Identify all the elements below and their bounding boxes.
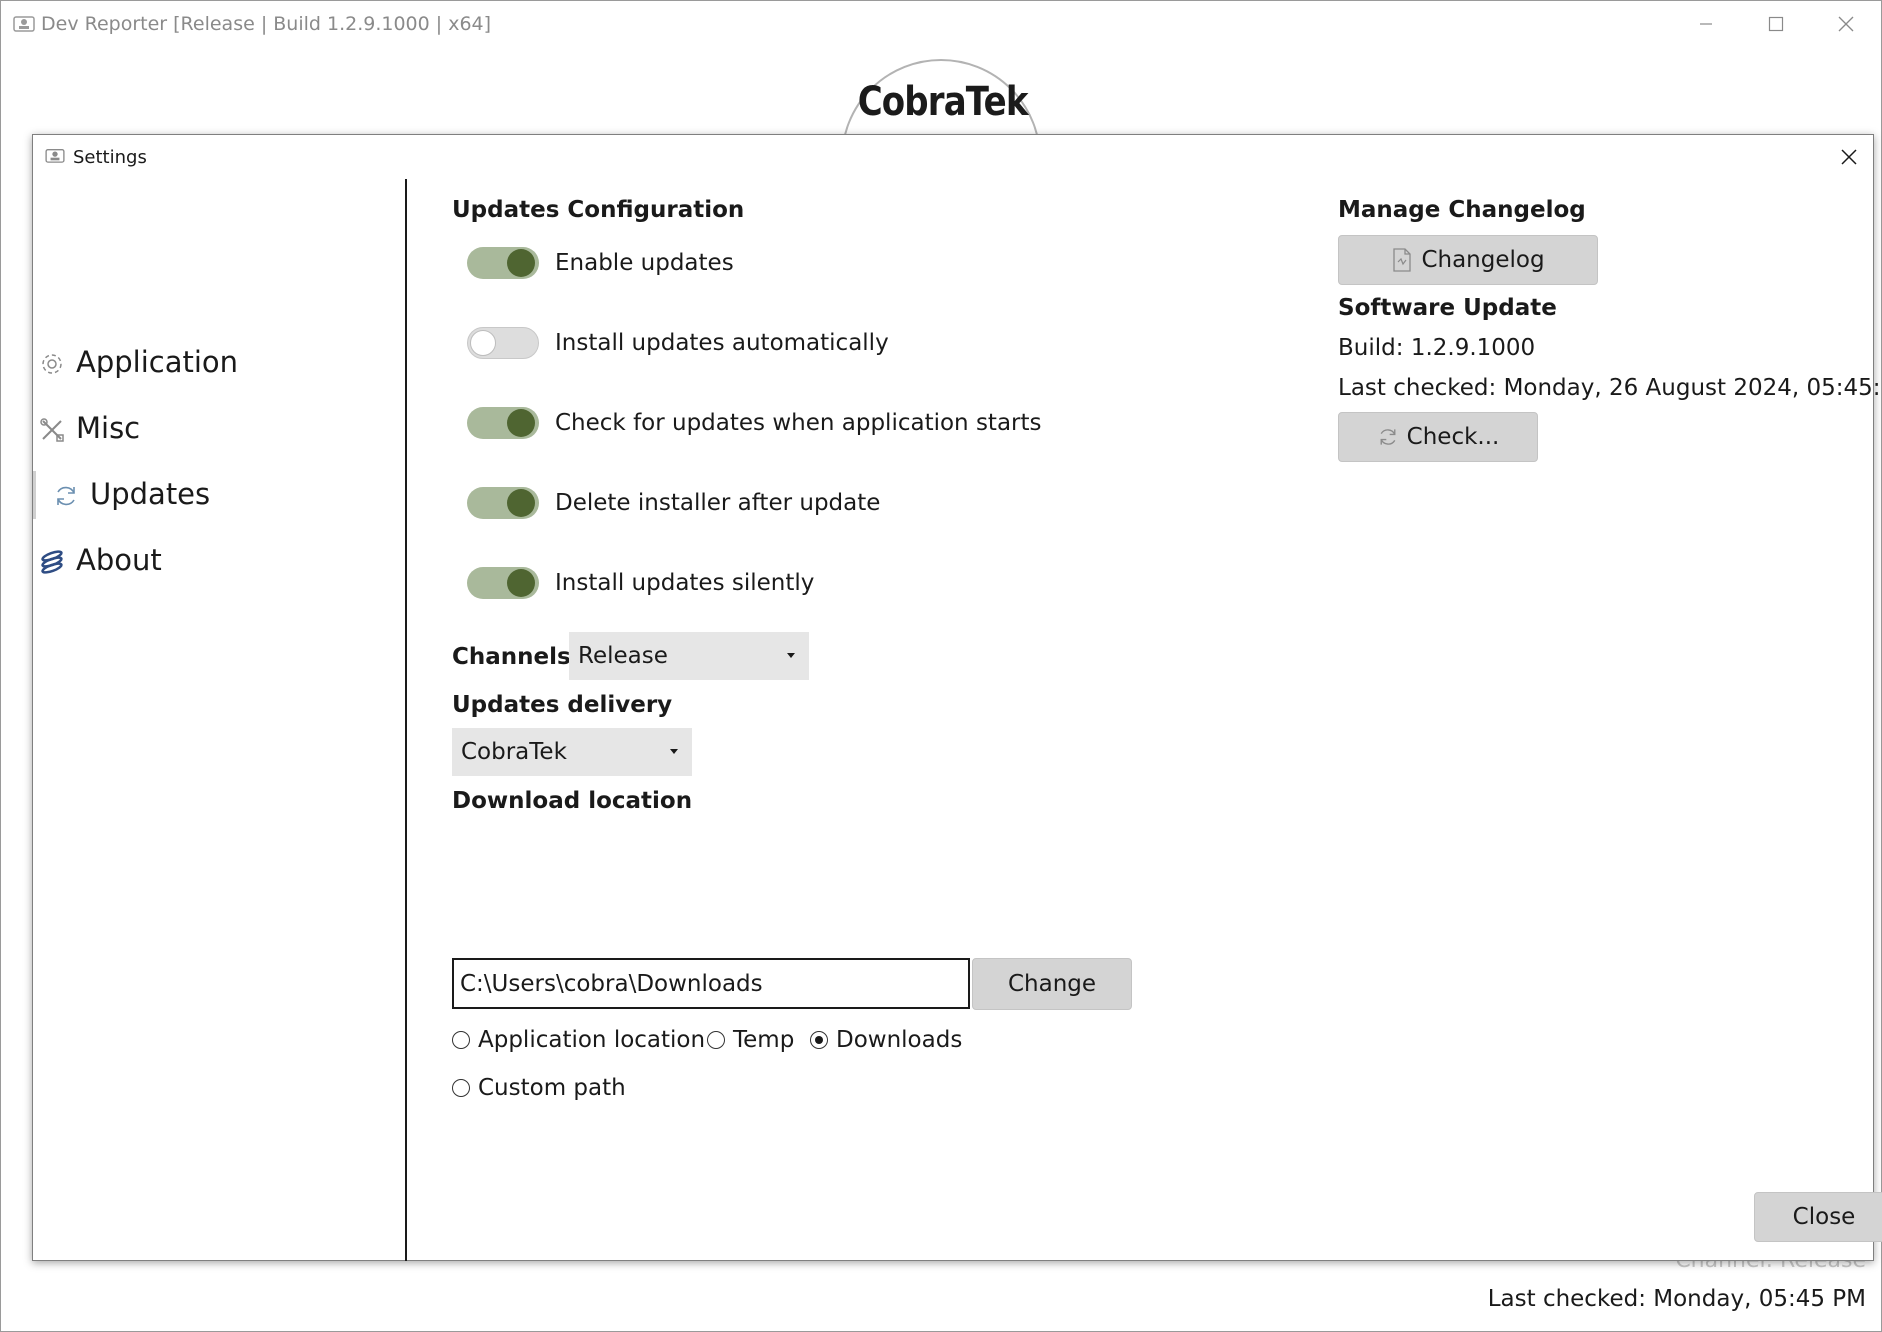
toggle-switch[interactable]	[467, 487, 539, 519]
gear-icon	[42, 354, 62, 374]
last-checked-value: Monday, 26 August 2024, 05:45:23 PM	[1503, 375, 1882, 401]
change-path-button[interactable]: Change	[972, 958, 1132, 1010]
sidebar-item-label: Application	[76, 345, 239, 379]
download-location-heading: Download location	[452, 788, 693, 814]
radio-application-location[interactable]: Application location	[452, 1025, 705, 1055]
settings-sidebar: Application Misc Updates About	[33, 179, 406, 1261]
changelog-button[interactable]: Changelog	[1338, 235, 1598, 285]
last-checked-label: Last checked:	[1338, 375, 1497, 401]
main-titlebar: Dev Reporter [Release | Build 1.2.9.1000…	[1, 1, 1881, 47]
logo-text: CobraTek	[857, 79, 1029, 125]
radio-circle[interactable]	[452, 1031, 470, 1049]
toggle-label: Install updates automatically	[555, 330, 889, 356]
document-icon	[1393, 248, 1412, 272]
toggle-label: Install updates silently	[555, 570, 815, 596]
radio-label: Temp	[733, 1027, 795, 1053]
channels-label: Channels:	[452, 644, 580, 670]
refresh-icon	[1380, 429, 1396, 445]
delivery-dropdown[interactable]: CobraTek	[452, 728, 692, 776]
updates-configuration-heading: Updates Configuration	[452, 197, 745, 223]
radio-circle[interactable]	[452, 1079, 470, 1097]
sidebar-item-updates[interactable]: Updates	[33, 465, 403, 525]
build-value: 1.2.9.1000	[1410, 335, 1536, 361]
changelog-button-label: Changelog	[1421, 247, 1545, 273]
last-checked-info: Last checked: Monday, 26 August 2024, 05…	[1338, 375, 1882, 401]
software-update-heading: Software Update	[1338, 295, 1557, 321]
radio-temp[interactable]: Temp	[707, 1025, 794, 1055]
build-label: Build:	[1338, 335, 1404, 361]
radio-downloads[interactable]: Downloads	[810, 1025, 962, 1055]
radio-circle[interactable]	[810, 1031, 828, 1049]
toggle-enable-updates[interactable]: Enable updates	[467, 245, 734, 281]
delivery-selected-value: CobraTek	[461, 739, 567, 765]
minimize-icon[interactable]	[1671, 1, 1741, 47]
toggle-label: Delete installer after update	[555, 490, 881, 516]
maximize-icon[interactable]	[1741, 1, 1811, 47]
build-info: Build: 1.2.9.1000	[1338, 335, 1535, 361]
sidebar-item-label: Misc	[76, 411, 141, 445]
sidebar-item-misc[interactable]: Misc	[33, 399, 403, 459]
chevron-down-icon	[670, 749, 678, 754]
radio-custom-path[interactable]: Custom path	[452, 1073, 626, 1103]
dialog-close-icon[interactable]	[1827, 137, 1871, 177]
tools-icon	[40, 418, 64, 442]
toggle-switch[interactable]	[467, 407, 539, 439]
dialog-titlebar: Settings	[33, 135, 1873, 179]
selection-indicator	[33, 471, 36, 519]
channels-selected-value: Release	[578, 643, 668, 669]
toggle-delete-installer[interactable]: Delete installer after update	[467, 485, 880, 521]
dialog-title: Settings	[73, 147, 147, 168]
refresh-icon	[57, 486, 75, 506]
sidebar-divider	[405, 179, 407, 1261]
check-button-label: Check...	[1406, 424, 1500, 450]
toggle-switch[interactable]	[467, 327, 539, 359]
settings-dialog: Settings Application Misc Updates About …	[32, 134, 1882, 1261]
toggle-label: Enable updates	[555, 250, 734, 276]
radio-label: Downloads	[836, 1027, 963, 1053]
window-close-icon[interactable]	[1811, 1, 1881, 47]
radio-label: Application location	[478, 1027, 706, 1053]
check-updates-button[interactable]: Check...	[1338, 412, 1538, 462]
manage-changelog-heading: Manage Changelog	[1338, 197, 1586, 223]
toggle-install-silently[interactable]: Install updates silently	[467, 565, 814, 601]
updates-delivery-heading: Updates delivery	[452, 692, 673, 718]
sidebar-item-about[interactable]: About	[33, 531, 403, 591]
download-path-input[interactable]	[452, 958, 970, 1009]
about-icon	[41, 550, 63, 574]
toggle-install-automatically[interactable]: Install updates automatically	[467, 325, 889, 361]
close-button[interactable]: Close	[1754, 1192, 1882, 1242]
sidebar-item-label: About	[76, 543, 162, 577]
sidebar-item-label: Updates	[90, 477, 211, 511]
updates-content: Updates Configuration Enable updates Ins…	[419, 179, 1882, 1259]
window-title: Dev Reporter [Release | Build 1.2.9.1000…	[41, 13, 492, 35]
background-last-checked: Last checked: Monday, 05:45 PM	[1487, 1286, 1866, 1312]
toggle-label: Check for updates when application start…	[555, 410, 1042, 436]
toggle-check-on-start[interactable]: Check for updates when application start…	[467, 405, 1042, 441]
app-icon	[13, 16, 35, 32]
toggle-switch[interactable]	[467, 247, 539, 279]
toggle-switch[interactable]	[467, 567, 539, 599]
channels-dropdown[interactable]: Release	[569, 632, 809, 680]
chevron-down-icon	[787, 653, 795, 658]
radio-label: Custom path	[478, 1075, 626, 1101]
sidebar-item-application[interactable]: Application	[33, 333, 403, 393]
radio-circle[interactable]	[707, 1031, 725, 1049]
dialog-app-icon	[45, 149, 65, 163]
